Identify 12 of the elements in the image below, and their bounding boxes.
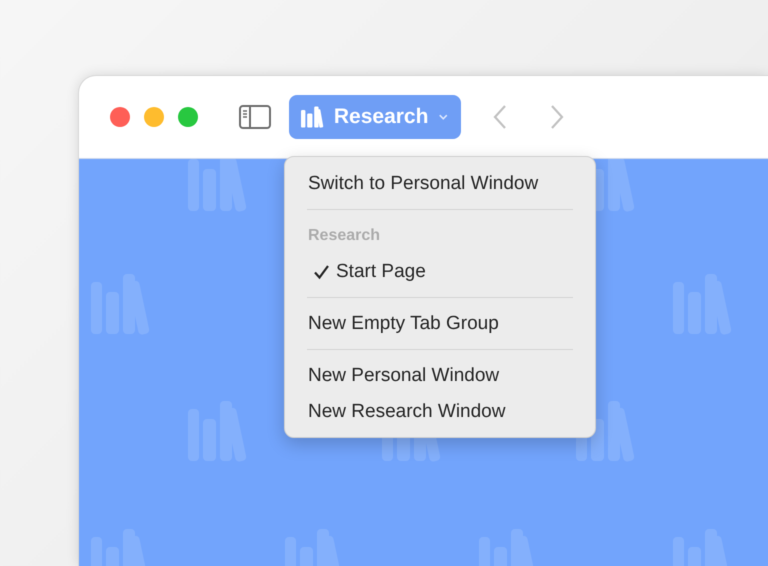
menu-section-header: Research — [307, 226, 382, 246]
close-button[interactable] — [110, 107, 130, 127]
menu-item[interactable]: Switch to Personal Window — [285, 166, 595, 202]
menu-item[interactable]: Start Page — [285, 254, 595, 290]
menu-item[interactable]: New Research Window — [285, 394, 595, 430]
menu-item[interactable]: New Empty Tab Group — [285, 306, 595, 342]
minimize-button[interactable] — [144, 107, 164, 127]
sidebar-icon[interactable] — [239, 105, 271, 129]
menu-item[interactable]: New Personal Window — [285, 358, 595, 394]
books-icon — [301, 105, 324, 129]
zoom-button[interactable] — [178, 107, 198, 127]
chevron-icon — [438, 113, 449, 121]
